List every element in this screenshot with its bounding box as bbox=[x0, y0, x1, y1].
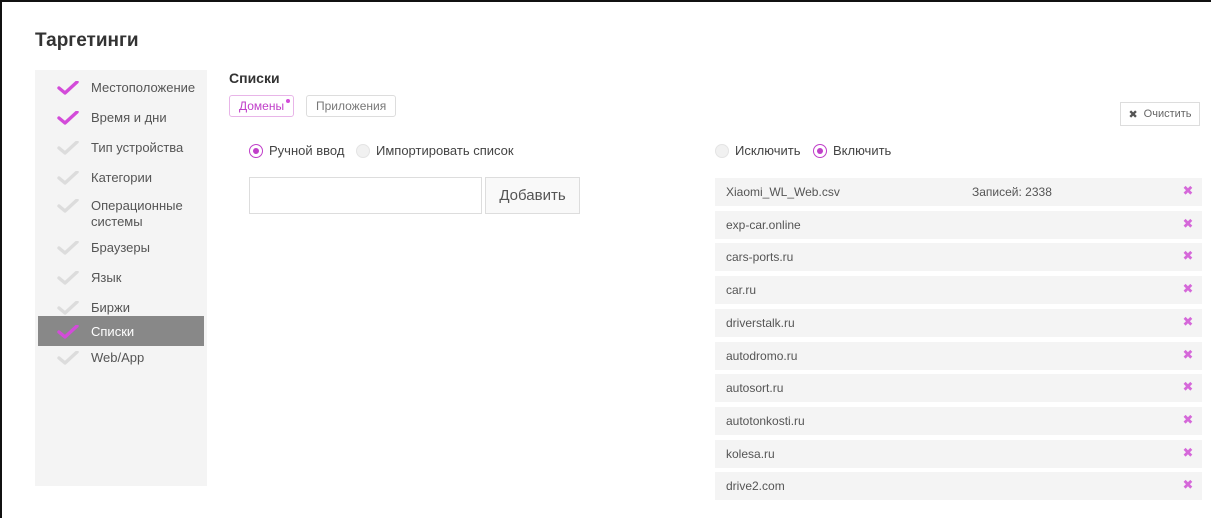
list-item: exp-car.online ✖ bbox=[715, 210, 1202, 239]
delete-icon[interactable]: ✖ bbox=[1181, 282, 1195, 296]
clear-button-label: Очистить bbox=[1143, 108, 1192, 120]
sidebar-item[interactable]: Тип устройства bbox=[38, 136, 204, 160]
list-item-count: Записей: 2338 bbox=[972, 185, 1052, 199]
tab-indicator-dot bbox=[286, 99, 291, 103]
delete-icon[interactable]: ✖ bbox=[1181, 184, 1195, 198]
list-item: autosort.ru ✖ bbox=[715, 374, 1202, 403]
tab-domains[interactable]: Домены bbox=[229, 95, 295, 117]
close-icon: ✖ bbox=[1128, 108, 1138, 121]
radio-import-list-label: Импортировать список bbox=[376, 143, 514, 158]
list-item-name: drive2.com bbox=[726, 479, 785, 494]
list-item: drive2.com ✖ bbox=[715, 472, 1202, 501]
add-button[interactable]: Добавить bbox=[485, 177, 580, 214]
checkmark-icon bbox=[57, 199, 79, 213]
domain-input[interactable] bbox=[249, 177, 482, 214]
targeting-sidebar: Местоположение Время и дни Тип устройства К… bbox=[35, 70, 207, 486]
list-item-name: exp-car.online bbox=[726, 217, 801, 232]
delete-icon[interactable]: ✖ bbox=[1181, 314, 1195, 329]
radio-exclude-label: Исключить bbox=[735, 143, 801, 158]
sidebar-item[interactable]: Язык bbox=[38, 266, 204, 290]
delete-icon[interactable]: ✖ bbox=[1181, 445, 1195, 460]
checkmark-icon bbox=[57, 111, 79, 125]
sidebar-item-label: Браузеры bbox=[91, 240, 150, 255]
list-item: driverstalk.ru ✖ bbox=[715, 308, 1202, 337]
delete-icon[interactable]: ✖ bbox=[1181, 380, 1195, 394]
list-item-name: autodromo.ru bbox=[726, 348, 798, 363]
radio-include-circle[interactable] bbox=[813, 143, 827, 158]
sidebar-item-label: Язык bbox=[91, 270, 122, 285]
sidebar-item-label: Категории bbox=[91, 170, 152, 185]
list-item-name: autosort.ru bbox=[726, 381, 784, 396]
radio-import-list-circle[interactable] bbox=[356, 143, 370, 158]
checkmark-icon bbox=[57, 171, 79, 185]
list-item: autodromo.ru ✖ bbox=[715, 341, 1202, 370]
clear-button[interactable]: ✖ Очистить bbox=[1120, 102, 1200, 126]
sidebar-item[interactable]: Браузеры bbox=[38, 236, 204, 260]
list-item-name: driverstalk.ru bbox=[726, 315, 795, 330]
sidebar-item[interactable]: Местоположение bbox=[38, 76, 204, 100]
sidebar-item-label: Списки bbox=[91, 324, 135, 339]
delete-icon[interactable]: ✖ bbox=[1181, 412, 1195, 427]
sidebar-item-label: Операционные системы bbox=[91, 198, 183, 229]
radio-manual-input[interactable]: Ручной ввод bbox=[249, 143, 344, 158]
sidebar-item[interactable]: Списки bbox=[38, 316, 204, 346]
radio-exclude-circle[interactable] bbox=[715, 143, 729, 158]
sidebar-item-label: Биржи bbox=[91, 300, 130, 315]
list-item-name: autotonkosti.ru bbox=[726, 413, 805, 428]
radio-import-list[interactable]: Импортировать список bbox=[356, 143, 514, 158]
radio-include[interactable]: Включить bbox=[813, 143, 891, 158]
list-item-name: kolesa.ru bbox=[726, 446, 775, 461]
radio-exclude[interactable]: Исключить bbox=[715, 143, 801, 158]
sidebar-item-label: Местоположение bbox=[91, 80, 196, 95]
checkmark-icon bbox=[57, 141, 79, 155]
checkmark-icon bbox=[57, 241, 79, 255]
delete-icon[interactable]: ✖ bbox=[1181, 478, 1195, 492]
sidebar-item[interactable]: Операционные системы bbox=[38, 194, 204, 229]
sidebar-item-label: Тип устройства bbox=[91, 140, 184, 155]
checkmark-icon bbox=[57, 81, 79, 95]
list-item-name: cars-ports.ru bbox=[726, 250, 794, 265]
tab-domains-label: Домены bbox=[239, 99, 285, 113]
list-item-name: Xiaomi_WL_Web.csv bbox=[726, 185, 840, 199]
radio-include-label: Включить bbox=[833, 143, 892, 158]
page-title: Таргетинги bbox=[35, 30, 139, 51]
delete-icon[interactable]: ✖ bbox=[1181, 249, 1195, 263]
radio-manual-input-circle[interactable] bbox=[249, 143, 263, 158]
sidebar-item[interactable]: Время и дни bbox=[38, 106, 204, 130]
list-item: autotonkosti.ru ✖ bbox=[715, 406, 1202, 435]
list-item: car.ru ✖ bbox=[715, 276, 1202, 305]
sidebar-item-label: Время и дни bbox=[91, 110, 167, 125]
list-item-name: car.ru bbox=[726, 283, 757, 298]
checkmark-icon bbox=[57, 271, 79, 285]
tab-apps[interactable]: Приложения bbox=[306, 95, 397, 117]
list-item: cars-ports.ru ✖ bbox=[715, 243, 1202, 272]
checkmark-icon bbox=[57, 325, 79, 339]
sidebar-item[interactable]: Web/App bbox=[38, 346, 204, 370]
list-item: Xiaomi_WL_Web.csv Записей: 2338 ✖ bbox=[715, 178, 1202, 206]
checkmark-icon bbox=[57, 351, 79, 365]
sidebar-item-label: Web/App bbox=[91, 350, 145, 365]
delete-icon[interactable]: ✖ bbox=[1181, 347, 1195, 362]
radio-manual-input-label: Ручной ввод bbox=[269, 143, 345, 158]
delete-icon[interactable]: ✖ bbox=[1181, 216, 1195, 231]
checkmark-icon bbox=[57, 301, 79, 315]
sidebar-item[interactable]: Категории bbox=[38, 166, 204, 190]
section-title: Списки bbox=[229, 70, 280, 86]
tab-apps-label: Приложения bbox=[316, 99, 387, 113]
list-item: kolesa.ru ✖ bbox=[715, 439, 1202, 468]
